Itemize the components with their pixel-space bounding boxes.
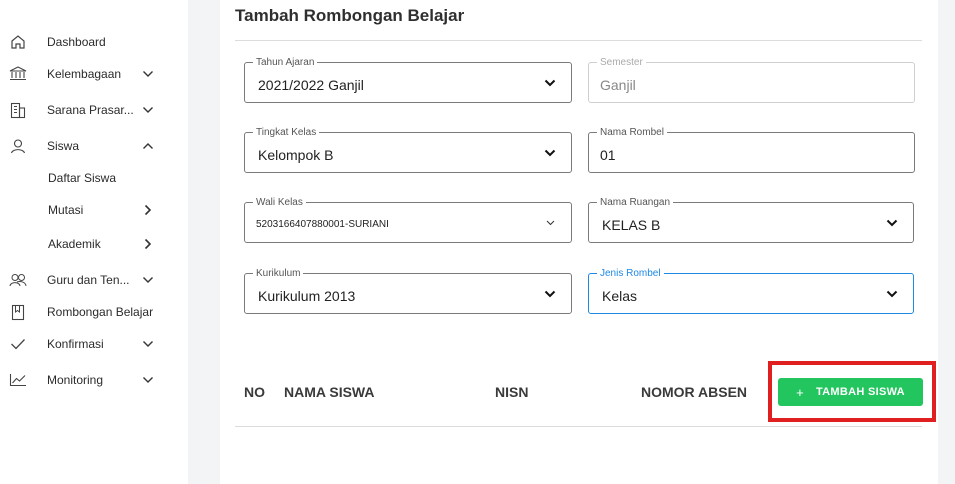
sidebar-item-label: Dashboard [47, 35, 106, 49]
chevron-right-icon [141, 237, 155, 251]
building-icon [9, 101, 27, 119]
sidebar-item-label: Konfirmasi [47, 337, 104, 351]
sidebar-item-daftar-siswa[interactable]: Daftar Siswa [0, 166, 188, 190]
tingkat-kelas-select[interactable]: Tingkat Kelas Kelompok B [244, 127, 572, 173]
sidebar-item-label: Mutasi [48, 203, 84, 217]
sidebar-item-guru-dan-tendik[interactable]: Guru dan Ten... [0, 268, 188, 292]
sidebar-item-label: Monitoring [47, 373, 104, 387]
field-label: Tahun Ajaran [253, 57, 318, 68]
sidebar-item-mutasi[interactable]: Mutasi [0, 198, 188, 222]
nama-ruangan-select[interactable]: Nama Ruangan KELAS B [588, 197, 914, 243]
sidebar-item-label: Kelembagaan [47, 67, 122, 81]
wali-kelas-select[interactable]: Wali Kelas 5203166407880001-SURIANI [244, 197, 572, 243]
chevron-down-icon [885, 217, 899, 229]
field-value: 01 [600, 147, 616, 163]
field-label: Nama Ruangan [597, 197, 674, 208]
sidebar: Dashboard Kelembagaan Sarana Prasar... S… [0, 0, 188, 484]
users-icon [9, 271, 27, 289]
book-icon [9, 303, 27, 321]
chevron-down-icon [543, 77, 557, 89]
field-label: Kurikulum [253, 268, 304, 279]
sidebar-item-konfirmasi[interactable]: Konfirmasi [0, 332, 188, 356]
sidebar-item-kelembagaan[interactable]: Kelembagaan [0, 62, 188, 86]
chevron-down-icon [543, 147, 557, 159]
semester-field: Semester Ganjil [588, 57, 915, 103]
page-title: Tambah Rombongan Belajar [235, 6, 465, 25]
sidebar-item-monitoring[interactable]: Monitoring [0, 368, 188, 392]
highlight-box [768, 361, 936, 422]
sidebar-item-rombongan-belajar[interactable]: Rombongan Belajar [0, 300, 188, 324]
kurikulum-select[interactable]: Kurikulum Kurikulum 2013 [244, 268, 572, 314]
chevron-right-icon [141, 203, 155, 217]
table-header-nisn: NISN [495, 384, 529, 400]
chevron-down-icon [543, 217, 557, 229]
chevron-down-icon [141, 67, 155, 81]
table-divider [235, 426, 922, 427]
table-header-no: NO [244, 384, 265, 400]
chevron-down-icon [141, 337, 155, 351]
field-label: Tingkat Kelas [253, 127, 320, 138]
tahun-ajaran-select[interactable]: Tahun Ajaran 2021/2022 Ganjil [244, 57, 572, 103]
divider [235, 40, 922, 41]
field-value: 2021/2022 Ganjil [258, 77, 364, 93]
sidebar-item-akademik[interactable]: Akademik [0, 232, 188, 256]
chevron-down-icon [141, 103, 155, 117]
field-label: Semester [597, 57, 646, 68]
chevron-up-icon [141, 139, 155, 153]
field-value: KELAS B [602, 217, 661, 233]
chevron-down-icon [141, 373, 155, 387]
chevron-down-icon [543, 288, 557, 300]
jenis-rombel-select[interactable]: Jenis Rombel Kelas [588, 268, 914, 314]
sidebar-item-label: Sarana Prasar... [47, 103, 134, 117]
chart-icon [9, 371, 27, 389]
bank-icon [9, 65, 27, 83]
field-label: Nama Rombel [597, 127, 667, 138]
check-icon [9, 335, 27, 353]
sidebar-item-label: Daftar Siswa [48, 171, 117, 185]
chevron-down-icon [885, 288, 899, 300]
sidebar-item-label: Guru dan Ten... [47, 273, 130, 287]
field-label: Jenis Rombel [597, 268, 664, 279]
sidebar-item-label: Akademik [48, 237, 101, 251]
field-value: Ganjil [600, 77, 636, 93]
field-label: Wali Kelas [253, 197, 306, 208]
sidebar-item-label: Siswa [47, 139, 80, 153]
home-icon [9, 33, 27, 51]
sidebar-item-sarana-prasarana[interactable]: Sarana Prasar... [0, 98, 188, 122]
table-header-nama-siswa: NAMA SISWA [284, 384, 375, 400]
table-header-nomor-absen: NOMOR ABSEN [641, 384, 748, 400]
nama-rombel-input[interactable]: Nama Rombel 01 [588, 127, 915, 173]
field-value: Kelas [602, 288, 638, 304]
sidebar-item-dashboard[interactable]: Dashboard [0, 30, 188, 54]
user-icon [9, 137, 27, 155]
field-value: Kurikulum 2013 [258, 288, 356, 304]
sidebar-item-label: Rombongan Belajar [47, 305, 154, 319]
chevron-down-icon [141, 273, 155, 287]
field-value: 5203166407880001-SURIANI [256, 219, 389, 230]
field-value: Kelompok B [258, 147, 334, 163]
sidebar-item-siswa[interactable]: Siswa [0, 134, 188, 158]
